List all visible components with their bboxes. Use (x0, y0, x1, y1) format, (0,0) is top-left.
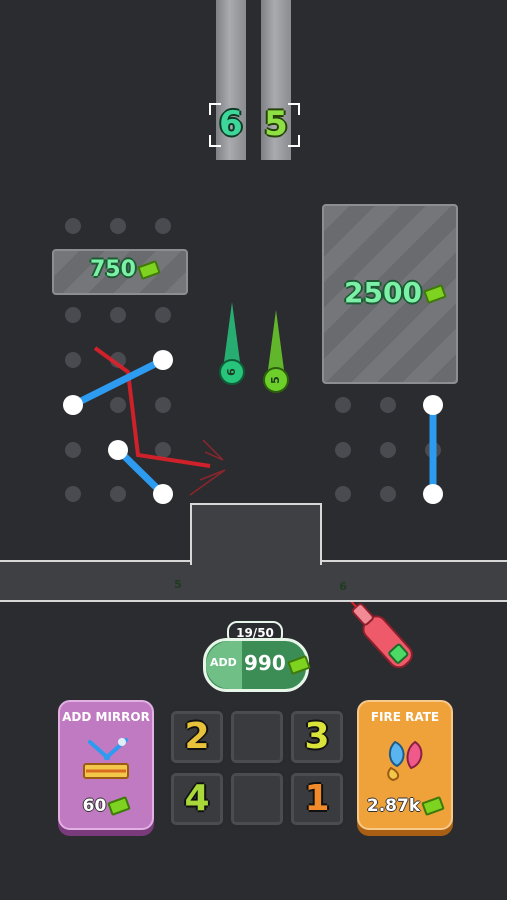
fire-rate-title: FIRE RATE (370, 710, 440, 724)
slot-value: 4 (184, 778, 210, 819)
cash-icon (107, 796, 132, 816)
fire-rate-card[interactable]: FIRE RATE 2.87k (357, 700, 453, 830)
add-mirror-price: 60 (60, 796, 152, 816)
mirror-icon (83, 738, 129, 779)
merge-slot[interactable]: 2 (168, 708, 226, 766)
add-cost: 990 (244, 651, 311, 675)
merge-slot[interactable]: 3 (288, 708, 346, 766)
collector-funnel (190, 503, 322, 565)
add-mirror-title: ADD MIRROR (62, 710, 150, 724)
merge-grid: 2 3 4 1 (166, 706, 346, 830)
merge-slot[interactable] (228, 708, 286, 766)
slot-value: 3 (304, 716, 330, 757)
add-label: ADD (210, 656, 237, 669)
paint-drops-icon (387, 740, 423, 782)
mirror-1 (63, 350, 173, 415)
merge-slot[interactable]: 1 (288, 770, 346, 828)
add-mirror-card[interactable]: ADD MIRROR 60 (58, 700, 154, 830)
mirror-2 (108, 440, 173, 504)
track-ball-label: 5 (174, 578, 182, 591)
cash-icon (421, 796, 445, 816)
mirror-3 (423, 395, 443, 504)
merge-slot[interactable] (228, 770, 286, 828)
track-ball-label: 9 (339, 579, 347, 592)
merge-slot[interactable]: 4 (168, 770, 226, 828)
slot-value: 1 (304, 778, 330, 819)
ball-track (0, 560, 507, 602)
add-ball-button[interactable]: ADD 990 (203, 638, 311, 692)
falling-ball-label: 6 (225, 368, 238, 376)
slot-value: 2 (184, 716, 210, 757)
falling-ball-label: 5 (269, 376, 282, 384)
cash-icon (286, 654, 311, 675)
laser-beam (93, 346, 226, 496)
fire-rate-price: 2.87k (359, 796, 451, 816)
laser-gun-icon (348, 598, 413, 669)
